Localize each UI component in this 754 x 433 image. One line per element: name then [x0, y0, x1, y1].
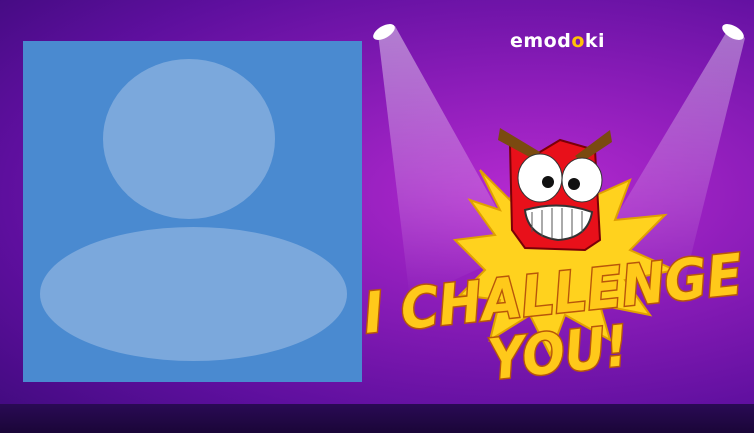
challenge-banner: I CHALLENGE YOU! — [360, 128, 747, 390]
stage-floor — [0, 404, 754, 433]
banner-line2: YOU! — [485, 314, 631, 390]
avatar-body-icon — [40, 227, 347, 361]
challenge-card: emodoki I CHALLENGE YOU! — [0, 0, 754, 433]
angry-mascot-icon — [498, 128, 612, 252]
emodoki-logo: emodoki — [510, 30, 606, 52]
avatar-head-icon — [103, 59, 275, 219]
user-avatar-placeholder[interactable] — [23, 41, 362, 382]
